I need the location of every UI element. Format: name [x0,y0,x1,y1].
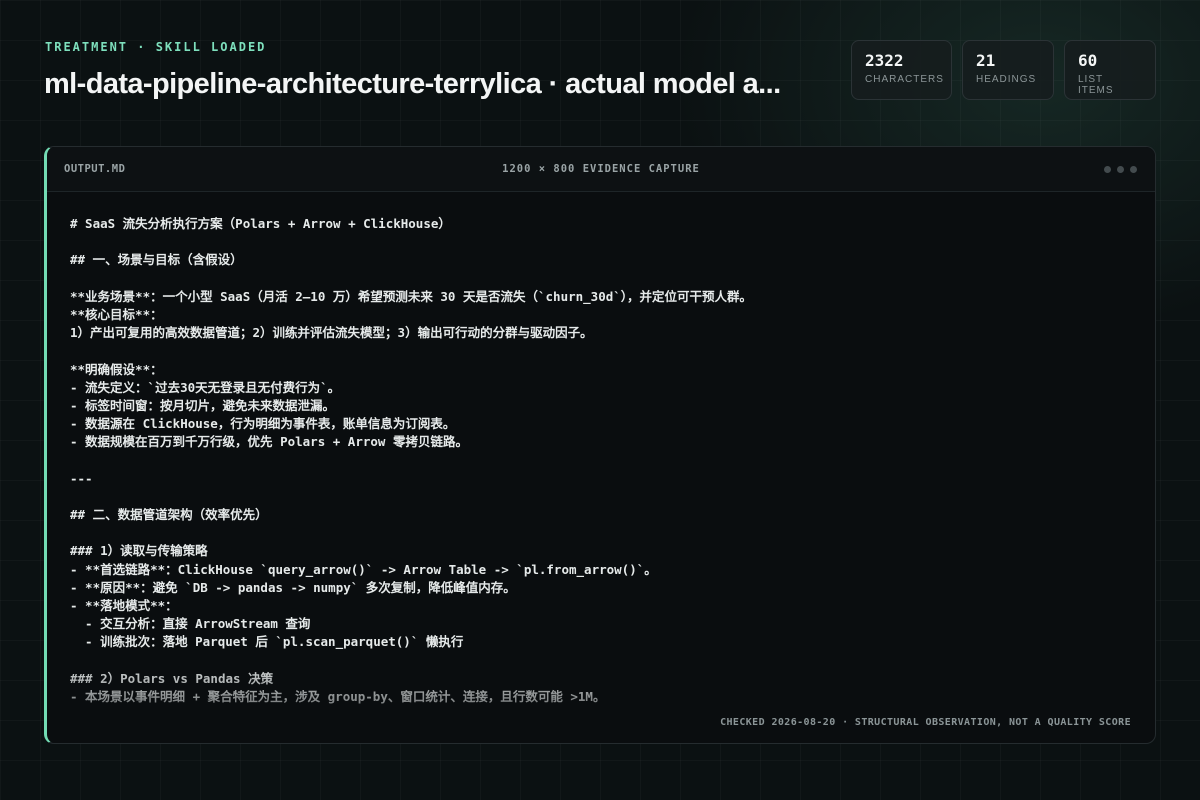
content-line: - **首选链路**：ClickHouse `query_arrow()` ->… [70,561,657,577]
content-line: - 流失定义：`过去30天无登录且无付费行为`。 [70,379,341,395]
capture-label: 1200 × 800 EVIDENCE CAPTURE [502,163,700,175]
content-line [70,652,1132,670]
content-line: - 数据源在 ClickHouse，行为明细为事件表，账单信息为订阅表。 [70,416,456,432]
content-line: **业务场景**：一个小型 SaaS（月活 2–10 万）希望预测未来 30 天… [70,288,753,304]
content-line [70,451,1132,469]
stat-headings-value: 21 [976,51,996,70]
content-line: - **原因**：避免 `DB -> pandas -> numpy` 多次复制… [70,579,516,595]
content-line: - 交互分析：直接 ArrowStream 查询 [70,616,311,632]
content-line [70,342,1132,360]
window-dots[interactable] [1104,166,1137,173]
window-dot-icon [1130,166,1137,173]
stat-characters: 2322 Characters [851,40,952,100]
stat-list-items: 60 List items [1064,40,1156,100]
content-line: - 训练批次：落地 Parquet 后 `pl.scan_parquet()` … [70,634,464,650]
content-line: ## 一、场景与目标（含假设） [70,252,243,268]
content-line: - **落地模式**： [70,597,178,613]
content-line: **明确假设**： [70,361,163,377]
window-dot-icon [1104,166,1111,173]
content-line [70,270,1132,288]
content-line [70,488,1132,506]
output-panel: OUTPUT.MD 1200 × 800 EVIDENCE CAPTURE # … [44,146,1156,744]
eyebrow-label: TREATMENT · SKILL LOADED [45,40,267,54]
stat-list-items-value: 60 [1078,51,1098,70]
content-line: ## 二、数据管道架构（效率优先） [70,507,268,522]
content-line [70,524,1132,542]
stats-group: 2322 Characters 21 Headings 60 List item… [851,40,1156,100]
content-line: - 数据规模在百万到千万行级，优先 Polars + Arrow 零拷贝链路。 [70,434,468,450]
content-line: ### 2）Polars vs Pandas 决策 [70,670,274,686]
content-line: **核心目标**： [70,306,163,322]
content-line: - 本场景以事件明细 + 聚合特征为主，涉及 group-by、窗口统计、连接，… [70,688,606,704]
content-line [70,233,1132,251]
content-line: 1）产出可复用的高效数据管道；2）训练并评估流失模型；3）输出可行动的分群与驱动… [70,325,593,341]
stat-headings: 21 Headings [962,40,1054,100]
content-line: # SaaS 流失分析执行方案（Polars + Arrow + ClickHo… [70,216,451,231]
stat-characters-label: Characters [865,74,944,85]
stat-headings-label: Headings [976,74,1037,85]
checked-footnote: CHECKED 2026-08-20 · STRUCTURAL OBSERVAT… [712,715,1131,730]
markdown-content[interactable]: # SaaS 流失分析执行方案（Polars + Arrow + ClickHo… [70,215,1132,743]
stat-characters-value: 2322 [865,51,904,70]
content-line: ### 1）读取与传输策略 [70,543,208,559]
content-line: --- [70,470,93,486]
content-line: - 标签时间窗：按月切片，避免未来数据泄漏。 [70,397,336,413]
window-dot-icon [1117,166,1124,173]
panel-header: OUTPUT.MD 1200 × 800 EVIDENCE CAPTURE [47,147,1155,192]
page-title: ml-data-pipeline-architecture-terrylica … [44,68,781,100]
stat-list-items-label: List items [1078,74,1114,96]
